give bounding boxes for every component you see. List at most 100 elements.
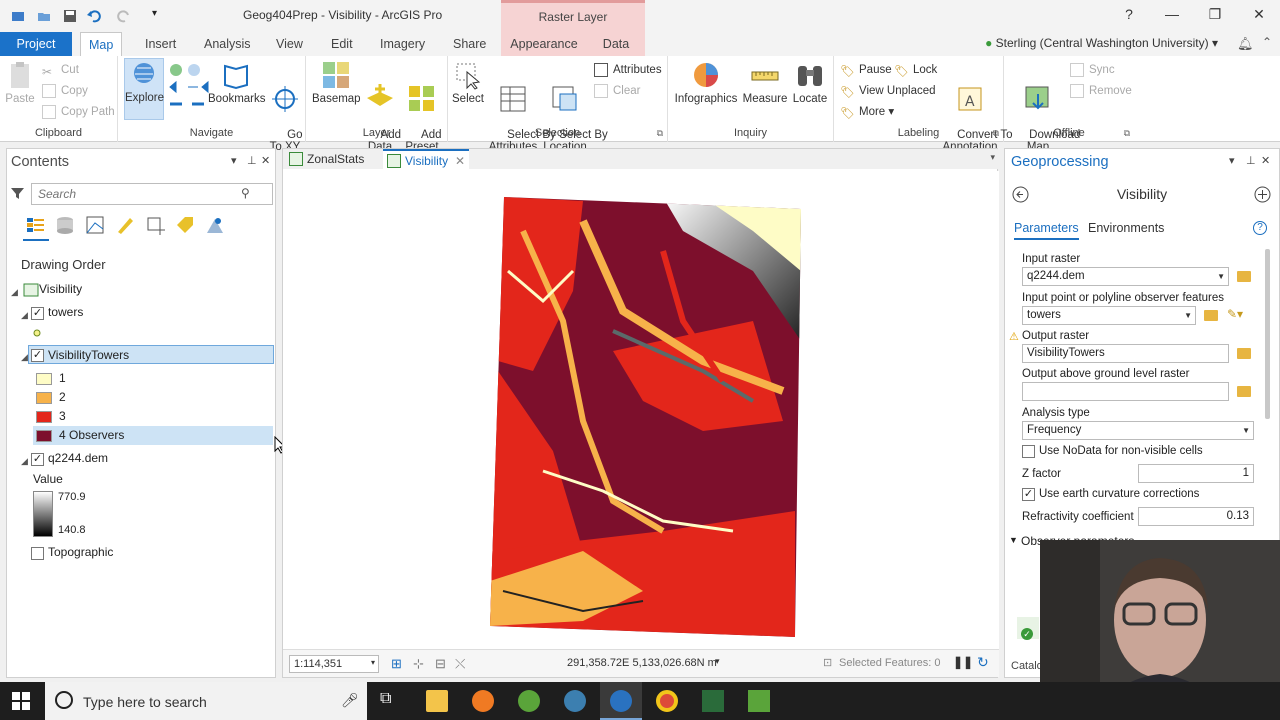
locate-button[interactable]: Locate bbox=[790, 60, 830, 105]
pin-icon[interactable]: ⊥ bbox=[1246, 154, 1256, 167]
infographics-button[interactable]: Infographics bbox=[674, 60, 738, 105]
redo-icon[interactable] bbox=[117, 9, 131, 23]
user-account[interactable]: ● Sterling (Central Washington Universit… bbox=[985, 36, 1218, 50]
tab-imagery[interactable]: Imagery bbox=[372, 32, 433, 56]
collapse-icon[interactable]: ◢ bbox=[11, 287, 18, 298]
tab-overflow-icon[interactable]: ▾ bbox=[990, 152, 995, 163]
copy-button[interactable]: Copy bbox=[42, 82, 88, 100]
filter-icon[interactable] bbox=[11, 187, 24, 200]
tab-project[interactable]: Project bbox=[0, 32, 72, 56]
measure-button[interactable]: Measure bbox=[742, 60, 788, 105]
collapse-ribbon-icon[interactable]: ⌃ bbox=[1262, 35, 1272, 49]
basemap-button[interactable]: Basemap bbox=[312, 60, 361, 105]
topographic-checkbox[interactable] bbox=[31, 547, 44, 560]
dem-stretch-ramp[interactable] bbox=[33, 491, 53, 537]
undo-icon[interactable] bbox=[87, 9, 101, 23]
catalog-tab-partial[interactable]: Catalo bbox=[1011, 660, 1043, 672]
dem-visibility-checkbox[interactable]: ✓ bbox=[31, 453, 44, 466]
tab-analysis[interactable]: Analysis bbox=[196, 32, 259, 56]
tab-map[interactable]: Map bbox=[80, 32, 123, 56]
layer-dem[interactable]: q2244.dem bbox=[48, 449, 108, 468]
close-pane-icon[interactable]: ✕ bbox=[261, 154, 270, 167]
layer-towers[interactable]: towers bbox=[48, 303, 83, 322]
bookmarks-button[interactable]: Bookmarks bbox=[208, 60, 266, 105]
view-unplaced-button[interactable]: 🏷︎ View Unplaced bbox=[840, 82, 936, 100]
browse-folder-icon[interactable] bbox=[1237, 348, 1251, 359]
paste-button[interactable]: Paste bbox=[4, 60, 36, 105]
clear-selection-button[interactable]: Clear bbox=[594, 82, 640, 100]
towers-visibility-checkbox[interactable]: ✓ bbox=[31, 307, 44, 320]
close-button[interactable]: ✕ bbox=[1247, 6, 1271, 23]
select-button[interactable]: Select bbox=[452, 60, 484, 105]
new-project-icon[interactable] bbox=[11, 9, 25, 23]
coordinate-dropdown-icon[interactable]: ▾ bbox=[715, 656, 720, 667]
tab-parameters[interactable]: Parameters bbox=[1014, 221, 1079, 240]
offline-dialog-launcher-icon[interactable]: ⧉ bbox=[1124, 128, 1130, 139]
list-by-labeling-icon[interactable] bbox=[175, 215, 195, 235]
snapping-icon[interactable]: ⊹ bbox=[413, 656, 424, 672]
tab-appearance[interactable]: Appearance bbox=[501, 32, 587, 56]
tab-share[interactable]: Share bbox=[445, 32, 494, 56]
list-by-snapping-icon[interactable] bbox=[145, 215, 165, 235]
class-swatch-4[interactable] bbox=[36, 430, 52, 442]
grid-icon[interactable]: ⊞ bbox=[391, 656, 402, 672]
scrollbar-thumb[interactable] bbox=[1265, 249, 1270, 419]
customize-toolbar-icon[interactable]: ▾ bbox=[152, 8, 166, 22]
input-raster-select[interactable]: q2244.dem ▼ bbox=[1022, 267, 1229, 286]
help-button[interactable]: ? bbox=[1117, 6, 1141, 22]
list-by-perspective-icon[interactable] bbox=[205, 215, 225, 235]
z-factor-input[interactable]: 1 bbox=[1138, 464, 1254, 483]
class-swatch-1[interactable] bbox=[36, 373, 52, 385]
browse-folder-icon[interactable] bbox=[1237, 386, 1251, 397]
pause-labeling-button[interactable]: 🏷︎ Pause bbox=[840, 61, 892, 79]
scale-selector[interactable]: 1:114,351 ▾ bbox=[289, 655, 379, 673]
qgis-icon[interactable] bbox=[518, 690, 540, 712]
chrome-icon[interactable] bbox=[656, 690, 678, 712]
earth-curvature-checkbox[interactable]: ✓ bbox=[1022, 488, 1035, 501]
open-folder-icon[interactable] bbox=[37, 9, 51, 23]
collapse-icon[interactable]: ◢ bbox=[21, 456, 28, 467]
correction-icon[interactable]: ⤬ bbox=[455, 656, 465, 672]
analysis-type-select[interactable]: Frequency ▼ bbox=[1022, 421, 1254, 440]
task-view-icon[interactable]: ⧉ bbox=[380, 690, 402, 712]
notification-bell-icon[interactable]: 🔔︎ bbox=[1237, 36, 1254, 52]
add-icon[interactable] bbox=[1254, 186, 1271, 203]
pycharm-icon[interactable] bbox=[702, 690, 724, 712]
list-by-selection-icon[interactable] bbox=[85, 215, 105, 235]
pane-options-icon[interactable]: ▾ bbox=[231, 154, 237, 167]
agl-raster-input[interactable] bbox=[1022, 382, 1229, 401]
tab-data[interactable]: Data bbox=[587, 32, 645, 56]
maximize-button[interactable]: ❐ bbox=[1203, 6, 1227, 23]
labeling-dialog-launcher-icon[interactable]: ⧉ bbox=[993, 128, 999, 139]
close-tab-icon[interactable]: ✕ bbox=[455, 151, 465, 171]
layer-topographic[interactable]: Topographic bbox=[48, 543, 113, 562]
remove-button[interactable]: Remove bbox=[1070, 82, 1132, 100]
collapse-icon[interactable]: ◢ bbox=[21, 352, 28, 363]
save-icon[interactable] bbox=[63, 9, 77, 23]
layer-visibility-towers[interactable]: VisibilityTowers bbox=[48, 346, 129, 365]
maptab-zonalstats[interactable]: ZonalStats bbox=[285, 149, 381, 169]
windows-start-icon[interactable] bbox=[12, 692, 30, 710]
arcgis-pro-icon[interactable] bbox=[610, 690, 632, 712]
pin-icon[interactable]: ⊥ bbox=[247, 154, 257, 167]
search-icon[interactable]: ⚲ bbox=[241, 186, 250, 200]
maptab-visibility[interactable]: Visibility ✕ bbox=[383, 149, 469, 169]
collapse-icon[interactable]: ◢ bbox=[21, 310, 28, 321]
table-icon[interactable]: ⊟ bbox=[435, 656, 446, 672]
output-raster-input[interactable]: VisibilityTowers bbox=[1022, 344, 1229, 363]
attributes-button[interactable]: Attributes bbox=[594, 61, 662, 79]
cut-button[interactable]: ✂ Cut bbox=[42, 61, 79, 79]
list-by-editing-icon[interactable] bbox=[115, 215, 135, 235]
tab-insert[interactable]: Insert bbox=[137, 32, 184, 56]
observer-features-select[interactable]: towers ▼ bbox=[1022, 306, 1196, 325]
help-icon[interactable]: ? bbox=[1253, 221, 1267, 235]
microphone-icon[interactable]: 🎤︎ bbox=[341, 692, 359, 709]
map-canvas[interactable] bbox=[283, 171, 999, 649]
copy-path-button[interactable]: Copy Path bbox=[42, 103, 115, 121]
edit-features-pencil-icon[interactable]: ✎▾ bbox=[1227, 307, 1243, 321]
more-labeling-button[interactable]: 🏷︎ More ▾ bbox=[840, 103, 894, 121]
app-hexagon-icon[interactable] bbox=[748, 690, 770, 712]
class-swatch-2[interactable] bbox=[36, 392, 52, 404]
expand-section-icon[interactable]: ▼ bbox=[1009, 535, 1018, 545]
refractivity-input[interactable]: 0.13 bbox=[1138, 507, 1254, 526]
